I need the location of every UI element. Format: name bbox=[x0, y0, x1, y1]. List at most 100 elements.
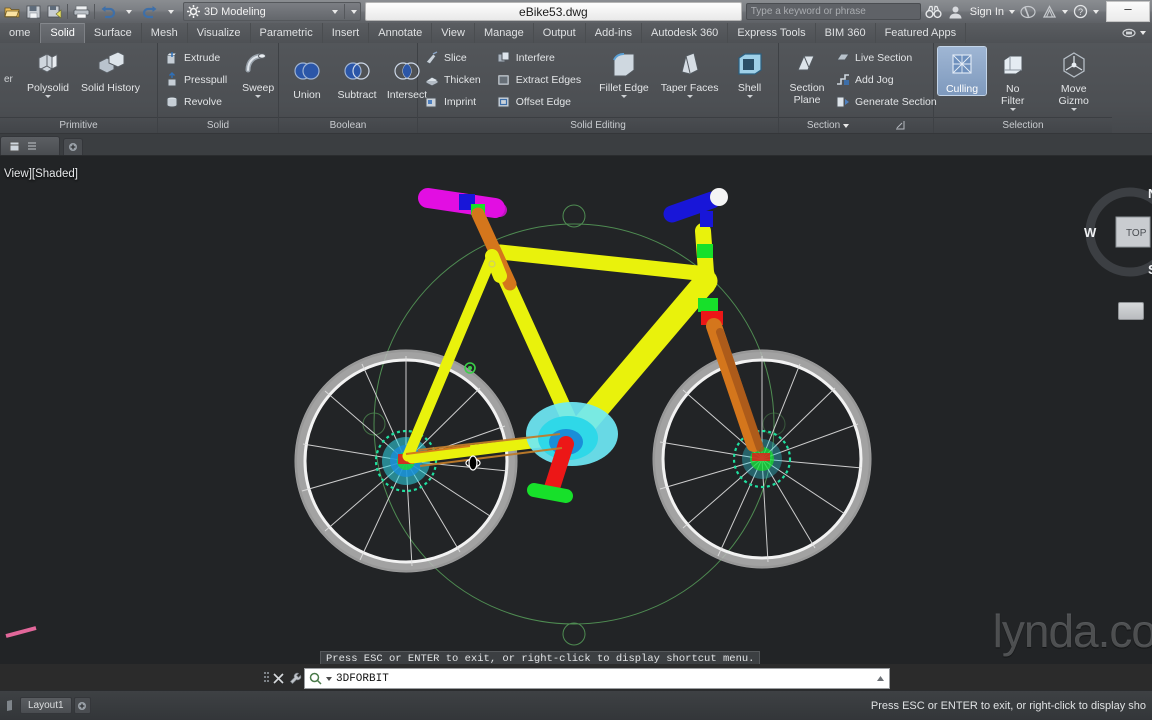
polysolid-button[interactable]: Polysolid bbox=[22, 46, 74, 99]
tab-add-ins[interactable]: Add-ins bbox=[586, 23, 643, 43]
command-line-close-button[interactable] bbox=[270, 669, 287, 688]
workspace-chevron-down-icon[interactable] bbox=[332, 9, 338, 14]
minimize-button[interactable]: – bbox=[1106, 1, 1150, 22]
union-button[interactable]: Union bbox=[283, 53, 331, 101]
tab-insert[interactable]: Insert bbox=[323, 23, 370, 43]
sweep-chevron-down-icon[interactable] bbox=[255, 95, 262, 99]
live-section-button[interactable]: Live Section bbox=[833, 47, 942, 68]
taper-faces-button[interactable]: Taper Faces bbox=[656, 46, 724, 99]
layout-tab-layout1[interactable]: Layout1 bbox=[20, 697, 72, 714]
fillet-edge-chevron-down-icon[interactable] bbox=[620, 95, 627, 99]
revolve-button[interactable]: Revolve bbox=[162, 91, 232, 112]
tab-output[interactable]: Output bbox=[534, 23, 586, 43]
sweep-button[interactable]: Sweep bbox=[234, 46, 282, 99]
interfere-button[interactable]: Interfere bbox=[494, 47, 586, 68]
undo-dropdown-icon[interactable] bbox=[119, 2, 139, 21]
culling-button[interactable]: Culling bbox=[937, 45, 987, 97]
app-store-icon[interactable] bbox=[1040, 2, 1059, 21]
sign-in-chevron-down-icon[interactable] bbox=[1009, 9, 1015, 14]
tab-surface[interactable]: Surface bbox=[85, 23, 142, 43]
imprint-button[interactable]: Imprint bbox=[422, 91, 486, 112]
taper-faces-chevron-down-icon[interactable] bbox=[686, 95, 693, 99]
shell-label: Shell bbox=[737, 82, 762, 94]
tab-view[interactable]: View bbox=[432, 23, 475, 43]
help-chevron-down-icon[interactable] bbox=[1093, 9, 1099, 14]
tab-express-tools[interactable]: Express Tools bbox=[728, 23, 816, 43]
primitive-partial-label: er bbox=[4, 74, 13, 85]
workspace-selector[interactable]: 3D Modeling bbox=[183, 2, 361, 21]
view-cube[interactable]: TOP N W S bbox=[1082, 184, 1152, 280]
add-jog-button[interactable]: Add Jog bbox=[833, 69, 942, 90]
move-gizmo-chevron-down-icon[interactable] bbox=[1070, 108, 1077, 112]
panel-solid-editing-body: Slice Thicken Imprint Interfere Extract … bbox=[418, 43, 778, 117]
save-as-icon[interactable] bbox=[44, 2, 64, 21]
ribbon-display-icon[interactable] bbox=[1122, 28, 1136, 38]
tab-mesh[interactable]: Mesh bbox=[142, 23, 188, 43]
autodesk-360-icon[interactable] bbox=[1018, 2, 1037, 21]
tab-manage[interactable]: Manage bbox=[475, 23, 534, 43]
drawing-file-icon bbox=[9, 141, 20, 151]
ws-divider bbox=[344, 4, 345, 19]
drawing-tab[interactable] bbox=[0, 136, 60, 155]
thicken-button[interactable]: Thicken bbox=[422, 69, 486, 90]
user-account-icon[interactable] bbox=[946, 2, 965, 21]
offset-edge-button[interactable]: Offset Edge bbox=[494, 91, 586, 112]
new-drawing-tab-button[interactable] bbox=[63, 138, 83, 155]
redo-icon[interactable] bbox=[140, 2, 160, 21]
no-filter-chevron-down-icon[interactable] bbox=[1009, 108, 1016, 112]
tab-bim-360[interactable]: BIM 360 bbox=[816, 23, 876, 43]
section-panel-chevron-down-icon[interactable] bbox=[843, 123, 850, 128]
tab-annotate[interactable]: Annotate bbox=[369, 23, 433, 43]
offset-edge-icon bbox=[497, 96, 510, 107]
command-history-chevron-down-icon[interactable] bbox=[326, 676, 332, 681]
polysolid-chevron-down-icon[interactable] bbox=[45, 95, 52, 99]
model-tab-icon[interactable] bbox=[6, 699, 18, 713]
tab-visualize[interactable]: Visualize bbox=[188, 23, 251, 43]
generate-section-button[interactable]: Generate Section bbox=[833, 91, 942, 112]
tab-autodesk-360[interactable]: Autodesk 360 bbox=[642, 23, 729, 43]
app-store-chevron-down-icon[interactable] bbox=[1062, 9, 1068, 14]
sign-in-link[interactable]: Sign In bbox=[968, 6, 1006, 18]
no-filter-button[interactable]: No Filter bbox=[988, 47, 1037, 112]
command-line-grip[interactable] bbox=[263, 669, 270, 688]
section-plane-button[interactable]: Section Plane bbox=[783, 46, 831, 106]
bicycle-model-canvas[interactable] bbox=[0, 156, 1152, 664]
tab-solid[interactable]: Solid bbox=[40, 23, 85, 43]
tab-home[interactable]: ome bbox=[0, 23, 41, 43]
plot-icon[interactable] bbox=[71, 2, 91, 21]
binoculars-search-icon[interactable] bbox=[924, 2, 943, 21]
ribbon-display-chevron-down-icon[interactable] bbox=[1140, 31, 1146, 35]
navigation-bar[interactable] bbox=[1118, 302, 1144, 320]
fillet-edge-button[interactable]: Fillet Edge bbox=[594, 46, 654, 99]
move-gizmo-button[interactable]: Move Gizmo bbox=[1039, 47, 1108, 112]
redo-dropdown-icon[interactable] bbox=[161, 2, 181, 21]
open-icon[interactable] bbox=[2, 2, 22, 21]
section-panel-launcher-icon[interactable] bbox=[896, 121, 905, 130]
tab-parametric[interactable]: Parametric bbox=[251, 23, 323, 43]
shell-chevron-down-icon[interactable] bbox=[746, 95, 753, 99]
command-input[interactable]: 3DFORBIT bbox=[304, 668, 890, 689]
search-input[interactable]: Type a keyword or phrase bbox=[745, 3, 921, 20]
command-expand-icon[interactable] bbox=[876, 674, 885, 683]
svg-text:TOP: TOP bbox=[1126, 228, 1147, 239]
presspull-button[interactable]: Presspull bbox=[162, 69, 232, 90]
shell-button[interactable]: Shell bbox=[726, 46, 774, 99]
panel-solid-editing-title-text: Solid Editing bbox=[570, 120, 626, 131]
subtract-button[interactable]: Subtract bbox=[333, 53, 381, 101]
qat-more-chevron-icon[interactable] bbox=[351, 9, 357, 14]
panel-boolean-body: Union Subtract Intersect bbox=[279, 43, 427, 117]
extrude-button[interactable]: Extrude bbox=[162, 47, 232, 68]
undo-icon[interactable] bbox=[98, 2, 118, 21]
drawing-viewport[interactable]: View][Shaded] TOP W Press ESC or ENTER t… bbox=[0, 156, 1152, 664]
save-icon[interactable] bbox=[23, 2, 43, 21]
command-line[interactable]: 3DFORBIT bbox=[263, 667, 890, 690]
drawing-tab-menu-icon[interactable] bbox=[28, 142, 36, 150]
extract-edges-button[interactable]: Extract Edges bbox=[494, 69, 586, 90]
command-line-customize-button[interactable] bbox=[287, 669, 304, 688]
panel-primitive-title: Primitive bbox=[0, 117, 157, 133]
help-icon[interactable]: ? bbox=[1071, 2, 1090, 21]
tab-featured-apps[interactable]: Featured Apps bbox=[876, 23, 967, 43]
slice-button[interactable]: Slice bbox=[422, 47, 486, 68]
solid-history-button[interactable]: Solid History bbox=[76, 46, 145, 94]
add-layout-button[interactable] bbox=[73, 697, 91, 714]
